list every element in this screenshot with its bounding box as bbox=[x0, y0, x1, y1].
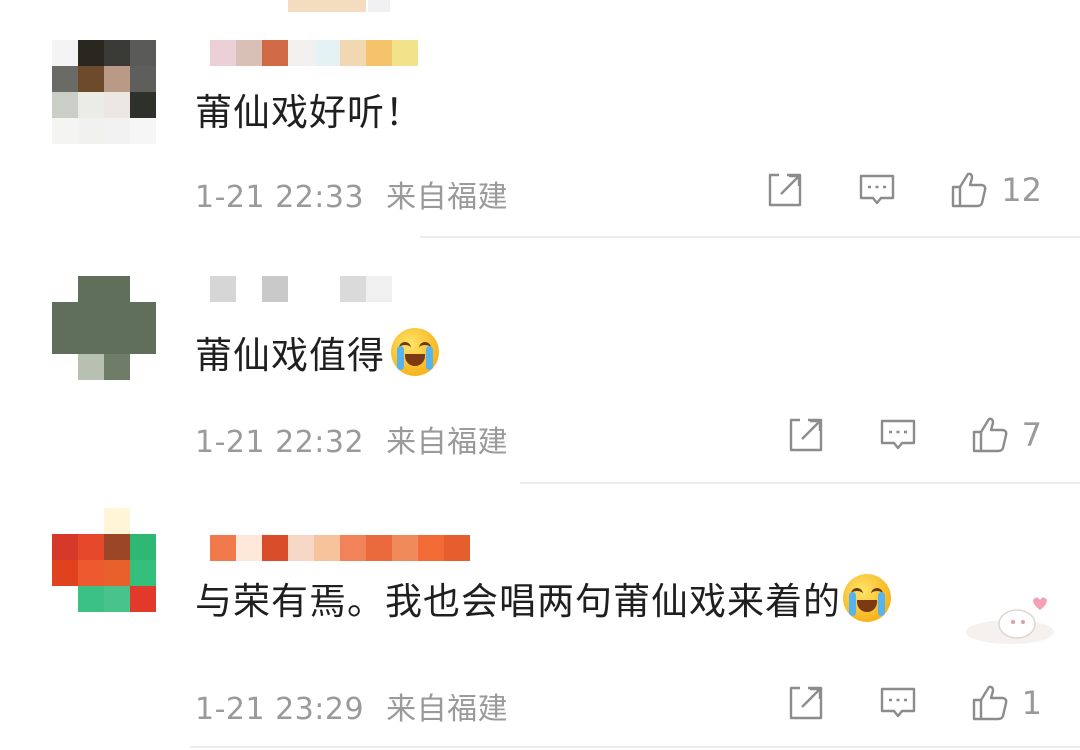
username-blurred[interactable] bbox=[210, 40, 418, 66]
comment-time: 1-21 23:29 bbox=[195, 692, 365, 727]
comment-actions: 12 bbox=[765, 170, 1042, 210]
avatar[interactable] bbox=[52, 276, 156, 380]
comment-time: 1-21 22:32 bbox=[195, 425, 365, 460]
comment-location: 来自福建 bbox=[386, 180, 509, 215]
comment-meta: 1-21 22:33 来自福建 bbox=[195, 172, 508, 216]
reply-icon[interactable] bbox=[857, 170, 897, 210]
comment-meta: 1-21 22:32 来自福建 bbox=[195, 417, 508, 461]
share-icon[interactable] bbox=[765, 170, 805, 210]
cropped-username-strip bbox=[288, 0, 366, 12]
comment-text: 莆仙戏好听！ bbox=[195, 91, 423, 134]
reply-icon[interactable] bbox=[878, 683, 918, 723]
comment-actions: 7 bbox=[786, 415, 1042, 455]
cropped-username-strip bbox=[368, 0, 390, 12]
share-icon[interactable] bbox=[786, 683, 826, 723]
divider bbox=[420, 236, 1080, 238]
reply-icon[interactable] bbox=[878, 415, 918, 455]
comment-meta: 1-21 23:29 来自福建 bbox=[195, 684, 508, 728]
comment-actions: 1 bbox=[786, 683, 1042, 723]
avatar[interactable] bbox=[52, 508, 156, 612]
avatar[interactable] bbox=[52, 40, 156, 144]
crying-face-icon bbox=[391, 328, 439, 376]
like-count: 12 bbox=[1001, 171, 1042, 209]
username-blurred[interactable] bbox=[210, 535, 470, 561]
divider bbox=[190, 746, 1080, 748]
like-count: 7 bbox=[1021, 416, 1042, 454]
like-icon[interactable] bbox=[970, 415, 1010, 455]
comment-location: 来自福建 bbox=[386, 692, 509, 727]
divider bbox=[520, 482, 1080, 484]
like-icon[interactable] bbox=[970, 683, 1010, 723]
cat-sticker-decoration bbox=[955, 590, 1055, 646]
comment-text: 与荣有焉。我也会唱两句莆仙戏来着的 bbox=[195, 574, 891, 627]
like-icon[interactable] bbox=[949, 170, 989, 210]
share-icon[interactable] bbox=[786, 415, 826, 455]
laugh-crying-face-icon bbox=[843, 574, 891, 622]
comment-text: 莆仙戏值得 bbox=[195, 328, 439, 381]
username-blurred[interactable] bbox=[210, 276, 392, 302]
like-count: 1 bbox=[1021, 684, 1042, 722]
comment-location: 来自福建 bbox=[386, 425, 509, 460]
comment-time: 1-21 22:33 bbox=[195, 180, 365, 215]
